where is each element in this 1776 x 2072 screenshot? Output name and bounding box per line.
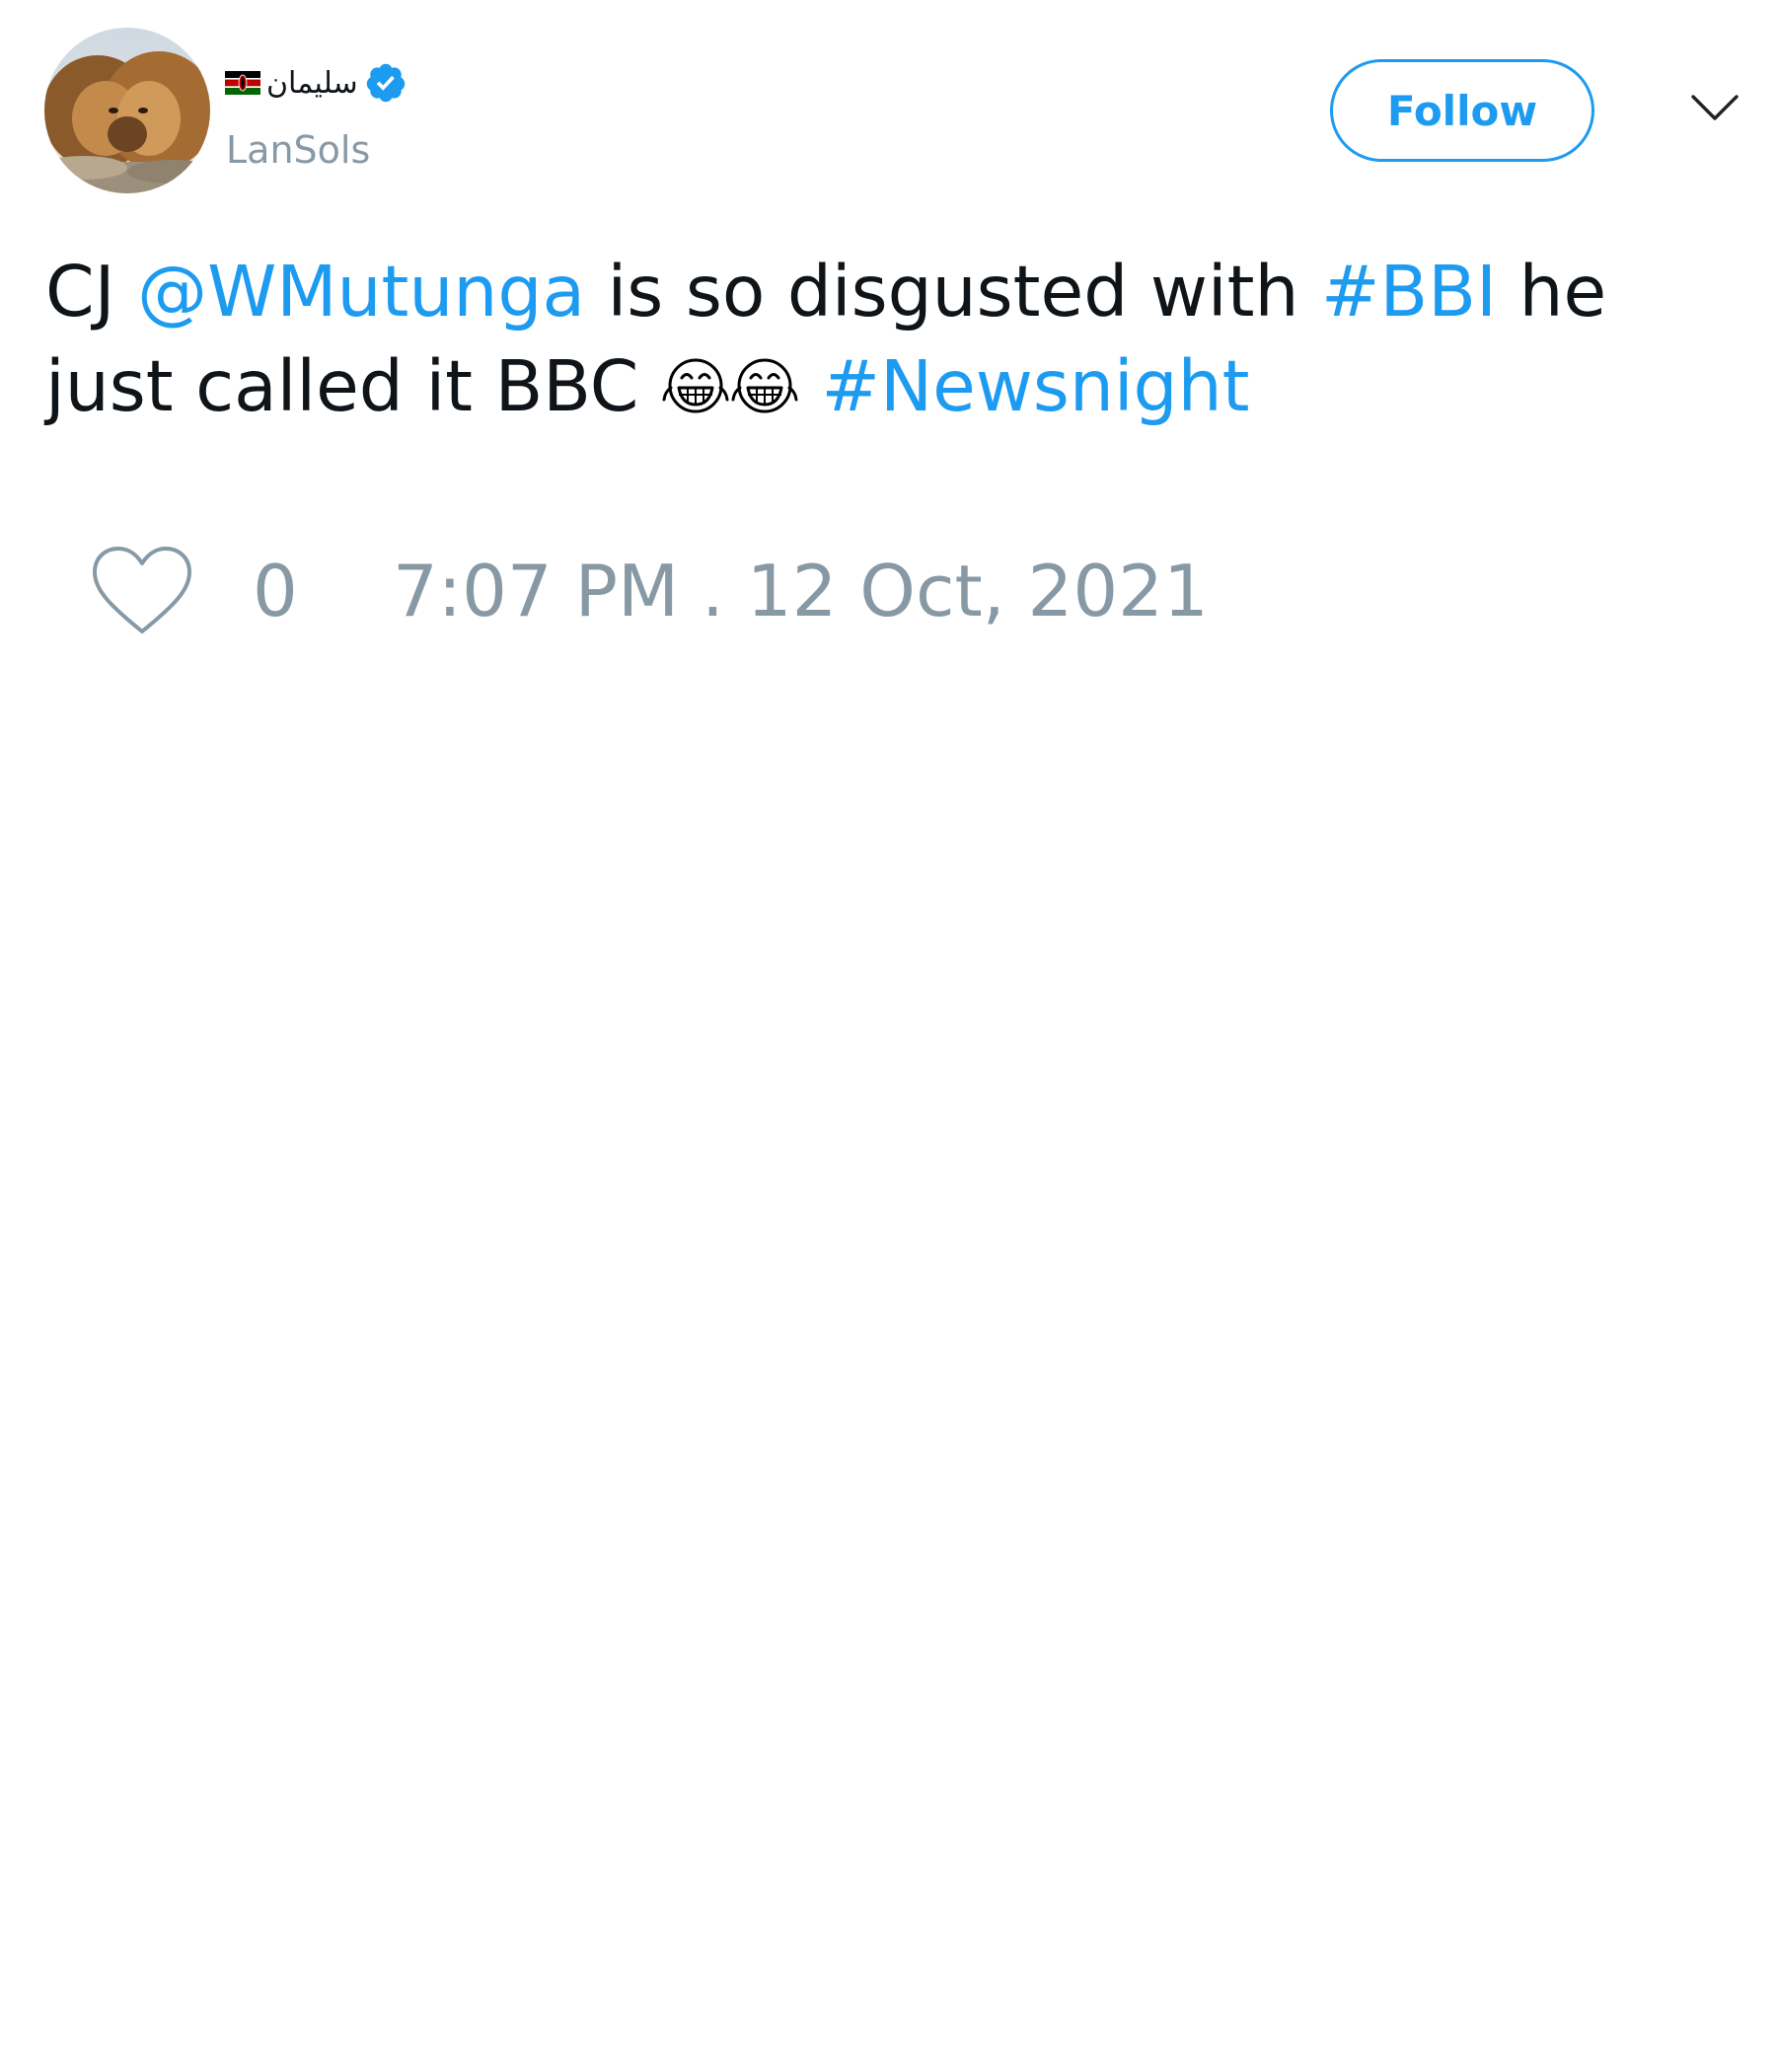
like-count: 0 (253, 550, 298, 632)
hashtag-link-bbi[interactable]: #BBI (1321, 251, 1497, 333)
tweet-text: CJ @WMutunga is so disgusted with #BBI h… (45, 245, 1742, 434)
chevron-down-icon[interactable] (1689, 87, 1740, 126)
tweet-text-prefix: CJ (45, 251, 115, 333)
user-handle[interactable]: LanSols (226, 128, 370, 172)
heart-icon[interactable] (91, 545, 193, 635)
tweet-timestamp[interactable]: 7:07 PM . 12 Oct, 2021 (393, 547, 1209, 635)
kenya-flag-icon (225, 71, 260, 95)
avatar[interactable] (44, 28, 210, 193)
lions-avatar-icon (44, 28, 210, 193)
tweet-actions: 0 7:07 PM . 12 Oct, 2021 (91, 541, 1373, 639)
follow-button[interactable]: Follow (1330, 59, 1594, 162)
display-name: سليمان (266, 65, 358, 101)
tweet-text-segment: is so disgusted with (607, 251, 1299, 333)
display-name-row[interactable]: سليمان (225, 57, 407, 109)
tweet-card: سليمان LanSols Follow CJ @WMutunga is so… (0, 0, 1776, 2072)
face-with-tears-of-joy-icon (730, 349, 799, 418)
face-with-tears-of-joy-icon (661, 349, 730, 418)
mention-link[interactable]: @WMutunga (137, 251, 585, 333)
hashtag-link-newsnight[interactable]: #Newsnight (821, 345, 1249, 427)
verified-badge-icon (364, 61, 407, 105)
